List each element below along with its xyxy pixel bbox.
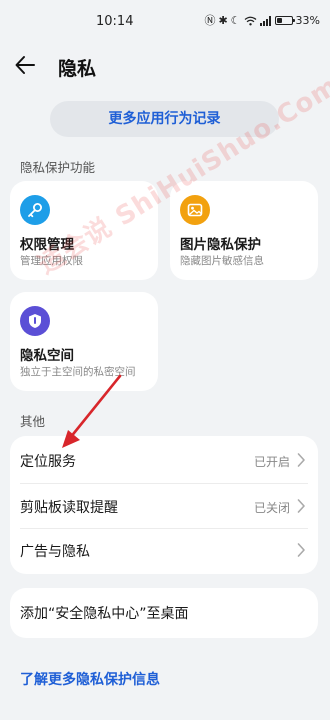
- bluetooth-icon: ✱: [218, 13, 228, 27]
- card-subtitle: 管理应用权限: [20, 255, 83, 267]
- status-icons: Ⓝ ✱ ☾ 33%: [204, 14, 320, 27]
- page-title: 隐私: [58, 58, 97, 80]
- chevron-right-icon: [297, 543, 305, 557]
- card-title: 隐私空间: [20, 348, 74, 364]
- card-permission-management[interactable]: 权限管理 管理应用权限: [10, 181, 158, 280]
- status-time: 10:14: [96, 14, 134, 29]
- row-location-service[interactable]: 定位服务 已开启: [10, 438, 318, 484]
- header: 隐私: [0, 46, 330, 90]
- section-title-privacy: 隐私保护功能: [20, 160, 96, 175]
- shield-icon: [20, 306, 50, 336]
- card-subtitle: 隐藏图片敏感信息: [180, 255, 264, 267]
- key-icon: [20, 195, 50, 225]
- battery-icon: [274, 16, 295, 25]
- row-status: 已关闭: [253, 501, 290, 515]
- row-status: 已开启: [253, 455, 290, 469]
- status-bar: 10:14 Ⓝ ✱ ☾ 33%: [0, 0, 330, 46]
- row-ads-privacy[interactable]: 广告与隐私: [10, 528, 318, 574]
- section-title-other: 其他: [20, 414, 46, 429]
- learn-more-link[interactable]: 了解更多隐私保护信息: [20, 669, 160, 689]
- nfc-icon: Ⓝ: [204, 13, 216, 27]
- row-label: 定位服务: [20, 454, 76, 470]
- signal-icon: [259, 15, 271, 26]
- add-to-desktop-button[interactable]: 添加“安全隐私中心”至桌面: [10, 588, 318, 638]
- battery-percent: 33%: [295, 14, 320, 27]
- other-settings-list: 定位服务 已开启 剪贴板读取提醒 已关闭 广告与隐私: [10, 436, 318, 574]
- card-title: 权限管理: [20, 237, 74, 253]
- card-image-privacy[interactable]: 图片隐私保护 隐藏图片敏感信息: [170, 181, 318, 280]
- chevron-right-icon: [297, 453, 305, 467]
- arrow-left-icon: [15, 56, 35, 74]
- chevron-right-icon: [297, 499, 305, 513]
- row-label: 广告与隐私: [20, 544, 90, 560]
- card-subtitle: 独立于主空间的私密空间: [20, 366, 136, 378]
- back-button[interactable]: [14, 54, 44, 80]
- card-private-space[interactable]: 隐私空间 独立于主空间的私密空间: [10, 292, 158, 391]
- row-label: 剪贴板读取提醒: [20, 500, 118, 516]
- row-clipboard-reminder[interactable]: 剪贴板读取提醒 已关闭: [10, 484, 318, 530]
- card-title: 图片隐私保护: [180, 237, 261, 253]
- moon-icon: ☾: [230, 13, 241, 27]
- wifi-icon: [244, 16, 256, 25]
- image-icon: [180, 195, 210, 225]
- more-app-records-button[interactable]: 更多应用行为记录: [50, 101, 279, 137]
- shortcut-label: 添加“安全隐私中心”至桌面: [20, 606, 189, 622]
